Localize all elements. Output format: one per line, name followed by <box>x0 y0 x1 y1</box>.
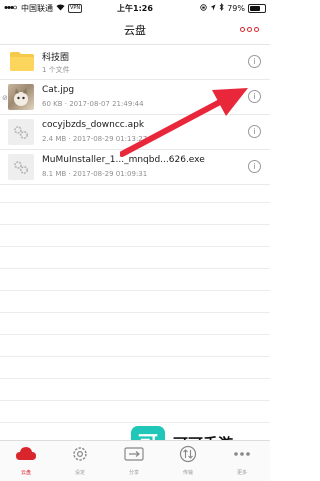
share-icon <box>124 447 144 461</box>
gear-icon <box>14 126 29 140</box>
empty-list-area <box>0 181 270 445</box>
dot-icon <box>240 26 245 32</box>
file-name: 科技圈 <box>42 53 70 63</box>
battery-fill <box>250 5 261 11</box>
info-icon[interactable]: i <box>248 55 261 68</box>
annotation-arrow-icon <box>120 88 248 157</box>
tab-share[interactable]: 分享 <box>114 445 154 476</box>
tab-settings[interactable]: 设定 <box>60 445 100 476</box>
battery-icon <box>248 3 266 13</box>
info-icon[interactable]: i <box>248 160 261 173</box>
tab-label: 传输 <box>182 470 193 476</box>
tab-label: 云盘 <box>20 470 31 476</box>
file-thumbnail <box>8 119 34 145</box>
tab-cloud[interactable]: 云盘 <box>6 445 46 476</box>
file-thumbnail <box>8 154 34 180</box>
gear-icon <box>14 161 29 175</box>
link-icon: ⊘ <box>2 94 8 102</box>
dot-icon <box>254 26 259 32</box>
folder-icon <box>10 52 34 71</box>
file-name: Cat.jpg <box>42 85 75 95</box>
status-bar: 中国联通 VPN 上午1:26 79% <box>0 0 270 16</box>
file-meta: 8.1 MB · 2017-08-29 01:09:31 <box>42 170 148 178</box>
tab-more[interactable]: 更多 <box>222 445 262 476</box>
file-row-folder[interactable]: 科技圈 1 个文件 i <box>0 45 270 80</box>
gear-icon <box>73 447 87 461</box>
tab-transfer[interactable]: 传输 <box>168 445 208 476</box>
tab-bar: 云盘 设定 分享 传输 更多 <box>0 440 270 481</box>
nav-bar: 云盘 <box>0 16 270 45</box>
file-meta: 1 个文件 <box>42 66 70 74</box>
tab-label: 分享 <box>128 470 139 476</box>
cloud-icon <box>16 447 36 460</box>
dot-icon <box>247 26 252 32</box>
tab-label: 更多 <box>236 470 247 476</box>
more-icon <box>234 452 250 456</box>
tab-label: 设定 <box>74 470 85 476</box>
battery-percent: 79% <box>227 3 245 13</box>
location-icon <box>210 4 216 13</box>
transfer-icon <box>179 445 197 463</box>
more-options-button[interactable] <box>240 22 262 36</box>
status-right: 79% <box>200 3 266 13</box>
image-thumbnail <box>8 84 34 110</box>
orientation-lock-icon <box>200 3 207 13</box>
page-title: 云盘 <box>124 24 146 37</box>
bluetooth-icon <box>219 3 224 13</box>
